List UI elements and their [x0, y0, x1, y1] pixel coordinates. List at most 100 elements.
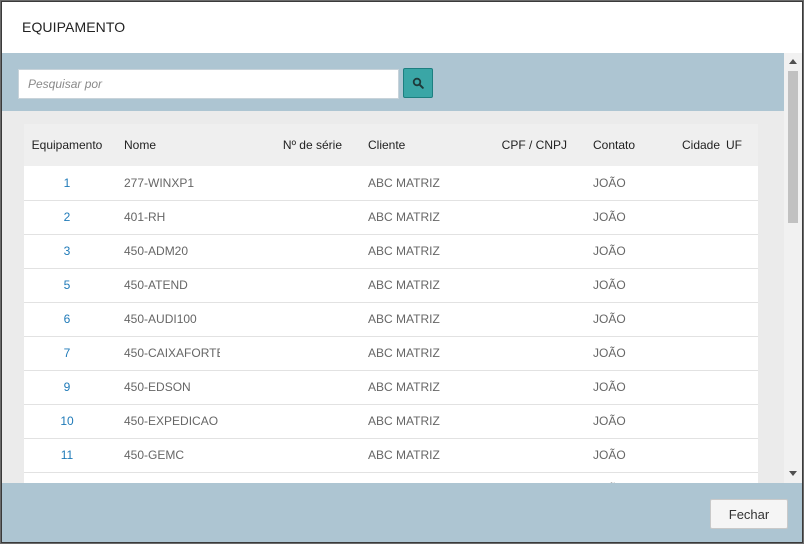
scroll-up-arrow-icon[interactable]: [789, 59, 797, 64]
cell-uf: [726, 336, 758, 370]
cell-equipamento[interactable]: 9: [24, 370, 110, 404]
cell-cpf-cnpj: [468, 438, 579, 472]
table-row[interactable]: 7 450-CAIXAFORTE ABC MATRIZ JOÃO: [24, 336, 758, 370]
cell-equipamento[interactable]: 1: [24, 166, 110, 200]
cell-cpf-cnpj: [468, 302, 579, 336]
cell-cpf-cnpj: [468, 404, 579, 438]
cell-cidade: [668, 200, 726, 234]
cell-nome: 450-GEMC: [124, 448, 185, 462]
cell-serie: [220, 404, 354, 438]
cell-contato: JOÃO: [593, 448, 626, 462]
cell-cliente: ABC MATRIZ: [368, 244, 440, 258]
equipment-modal: EQUIPAMENTO Pesquisar por Equipamento No…: [1, 1, 803, 543]
cell-cidade: [668, 234, 726, 268]
table-row[interactable]: 6 450-AUDI100 ABC MATRIZ JOÃO: [24, 302, 758, 336]
cell-contato: JOÃO: [593, 244, 626, 258]
column-header-nome[interactable]: Nome: [110, 124, 220, 166]
cell-equipamento[interactable]: 2: [24, 200, 110, 234]
table-row[interactable]: 10 450-EXPEDICAO ABC MATRIZ JOÃO: [24, 404, 758, 438]
search-button[interactable]: [403, 68, 433, 98]
column-header-uf[interactable]: UF: [726, 124, 758, 166]
column-header-cpf-cnpj[interactable]: CPF / CNPJ: [468, 124, 579, 166]
cell-cliente: ABC MATRIZ: [368, 414, 440, 428]
cell-cliente: ABC MATRIZ: [368, 448, 440, 462]
cell-serie: [220, 302, 354, 336]
close-button[interactable]: Fechar: [710, 499, 788, 529]
results-area: Equipamento Nome Nº de série Cliente CPF…: [2, 111, 784, 483]
cell-equipamento[interactable]: [24, 472, 110, 483]
table-row[interactable]: 1 277-WINXP1 ABC MATRIZ JOÃO: [24, 166, 758, 200]
cell-equipamento[interactable]: 3: [24, 234, 110, 268]
cell-cliente: ABC MATRIZ: [368, 312, 440, 326]
cell-cliente: ABC MATRIZ: [368, 380, 440, 394]
cell-contato: JOÃO: [593, 414, 626, 428]
cell-uf: [726, 404, 758, 438]
cell-cpf-cnpj: [468, 200, 579, 234]
scrollbar-thumb[interactable]: [788, 71, 798, 223]
cell-cliente: [354, 472, 468, 483]
table-row[interactable]: JOÃO: [24, 472, 758, 483]
cell-cidade: [668, 370, 726, 404]
cell-serie: [220, 336, 354, 370]
cell-contato: JOÃO: [593, 210, 626, 224]
column-header-contato[interactable]: Contato: [579, 124, 668, 166]
cell-cpf-cnpj: [468, 268, 579, 302]
cell-equipamento[interactable]: 6: [24, 302, 110, 336]
cell-serie: [220, 268, 354, 302]
search-input[interactable]: [18, 69, 399, 99]
cell-uf: [726, 302, 758, 336]
cell-cliente: ABC MATRIZ: [368, 346, 440, 360]
cell-nome: 450-EXPEDICAO: [124, 414, 219, 428]
scroll-down-arrow-icon[interactable]: [789, 471, 797, 476]
column-header-serie[interactable]: Nº de série: [220, 124, 354, 166]
equipment-table: Equipamento Nome Nº de série Cliente CPF…: [24, 124, 758, 483]
table-row[interactable]: 3 450-ADM20 ABC MATRIZ JOÃO: [24, 234, 758, 268]
cell-cpf-cnpj: [468, 336, 579, 370]
cell-serie: [220, 234, 354, 268]
cell-cidade: [668, 404, 726, 438]
cell-contato: JOÃO: [593, 312, 626, 326]
vertical-scrollbar[interactable]: [784, 53, 802, 483]
cell-serie: [220, 472, 354, 483]
column-header-equipamento[interactable]: Equipamento: [24, 124, 110, 166]
cell-cpf-cnpj: [468, 166, 579, 200]
search-icon: [412, 77, 424, 89]
table-row[interactable]: 2 401-RH ABC MATRIZ JOÃO: [24, 200, 758, 234]
cell-nome: 450-ATEND: [124, 278, 188, 292]
column-header-cliente[interactable]: Cliente: [354, 124, 468, 166]
cell-uf: [726, 268, 758, 302]
modal-title: EQUIPAMENTO: [22, 19, 126, 35]
cell-nome: 277-WINXP1: [124, 175, 195, 190]
table-row[interactable]: 11 450-GEMC ABC MATRIZ JOÃO: [24, 438, 758, 472]
cell-contato: JOÃO: [593, 175, 626, 190]
cell-nome: [110, 472, 220, 483]
cell-cidade: [668, 302, 726, 336]
cell-cidade: [668, 268, 726, 302]
cell-contato: JOÃO: [593, 346, 626, 360]
cell-cliente: ABC MATRIZ: [368, 278, 440, 292]
table-row[interactable]: 5 450-ATEND ABC MATRIZ JOÃO: [24, 268, 758, 302]
cell-serie: [220, 200, 354, 234]
cell-cidade: [668, 472, 726, 483]
table-row[interactable]: 9 450-EDSON ABC MATRIZ JOÃO: [24, 370, 758, 404]
cell-uf: [726, 370, 758, 404]
cell-contato: JOÃO: [579, 472, 668, 483]
cell-contato: JOÃO: [593, 278, 626, 292]
cell-equipamento[interactable]: 11: [24, 438, 110, 472]
cell-contato: JOÃO: [593, 380, 626, 394]
cell-nome: 450-CAIXAFORTE: [124, 346, 220, 360]
cell-equipamento[interactable]: 10: [24, 404, 110, 438]
cell-cidade: [668, 166, 726, 200]
cell-equipamento[interactable]: 5: [24, 268, 110, 302]
cell-nome: 450-AUDI100: [124, 312, 197, 326]
cell-nome: 401-RH: [124, 210, 166, 224]
cell-uf: [726, 166, 758, 200]
modal-footer: Fechar: [2, 483, 802, 542]
modal-header: EQUIPAMENTO: [2, 2, 802, 53]
cell-cidade: [668, 336, 726, 370]
cell-cpf-cnpj: [468, 472, 579, 483]
search-bar: [2, 53, 784, 111]
cell-cliente: ABC MATRIZ: [368, 175, 440, 190]
column-header-cidade[interactable]: Cidade: [668, 124, 726, 166]
cell-equipamento[interactable]: 7: [24, 336, 110, 370]
